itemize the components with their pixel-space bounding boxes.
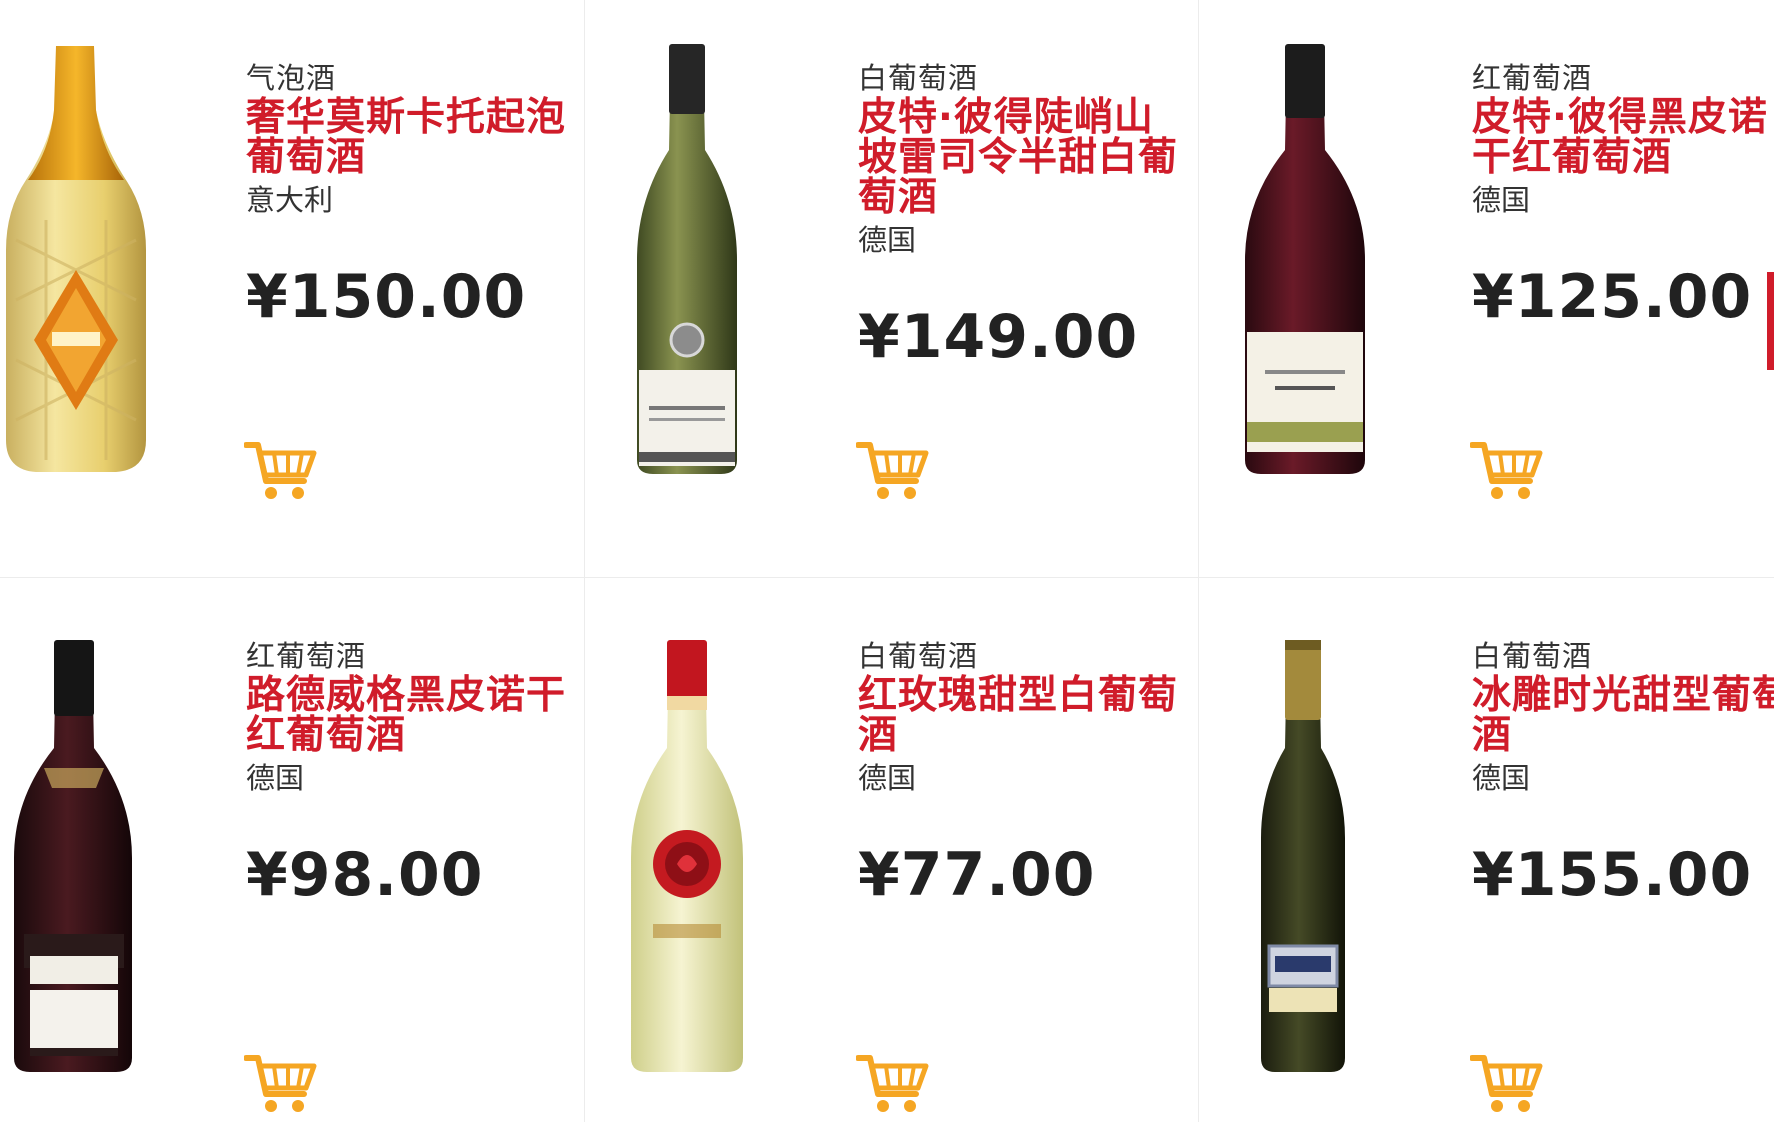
- product-origin: 德国: [858, 761, 917, 795]
- product-name[interactable]: 红玫瑰甜型白葡萄酒: [858, 676, 1188, 756]
- dessert-wine-bottle-icon[interactable]: [1225, 638, 1385, 1078]
- product-name[interactable]: 路德威格黑皮诺干红葡萄酒: [246, 676, 576, 756]
- product-card[interactable]: 白葡萄酒 冰雕时光甜型葡萄酒 德国 ¥155.00: [1199, 578, 1774, 1122]
- white-wine-bottle-icon[interactable]: [607, 40, 767, 480]
- red-wine-bottle-icon[interactable]: [1225, 40, 1385, 480]
- product-price: ¥77.00: [858, 840, 1096, 910]
- red-wine-bottle-icon[interactable]: [0, 638, 160, 1078]
- product-price: ¥155.00: [1472, 840, 1753, 910]
- product-info: 气泡酒 奢华莫斯卡托起泡葡萄酒 意大利 ¥150.00: [246, 58, 576, 332]
- product-category: 白葡萄酒: [1472, 639, 1593, 673]
- product-price: ¥125.00: [1472, 262, 1753, 332]
- product-price: ¥149.00: [858, 302, 1139, 372]
- add-to-cart-icon[interactable]: [244, 1048, 318, 1118]
- product-name[interactable]: 皮特·彼得黑皮诺干红葡萄酒: [1472, 98, 1774, 178]
- product-info: 红葡萄酒 皮特·彼得黑皮诺干红葡萄酒 德国 ¥125.00: [1472, 58, 1774, 332]
- product-info: 白葡萄酒 冰雕时光甜型葡萄酒 德国 ¥155.00: [1472, 636, 1774, 910]
- product-info: 白葡萄酒 皮特·彼得陡峭山坡雷司令半甜白葡萄酒 德国 ¥149.00: [858, 58, 1188, 372]
- product-card[interactable]: 白葡萄酒 红玫瑰甜型白葡萄酒 德国 ¥77.00: [585, 578, 1199, 1122]
- product-price: ¥98.00: [246, 840, 484, 910]
- product-info: 白葡萄酒 红玫瑰甜型白葡萄酒 德国 ¥77.00: [858, 636, 1188, 910]
- product-origin: 意大利: [246, 183, 334, 217]
- product-origin: 德国: [858, 223, 917, 257]
- product-card[interactable]: 白葡萄酒 皮特·彼得陡峭山坡雷司令半甜白葡萄酒 德国 ¥149.00: [585, 0, 1199, 578]
- product-category: 红葡萄酒: [1472, 61, 1593, 95]
- product-card[interactable]: 红葡萄酒 皮特·彼得黑皮诺干红葡萄酒 德国 ¥125.00: [1199, 0, 1774, 578]
- scroll-indicator[interactable]: [1767, 272, 1774, 370]
- add-to-cart-icon[interactable]: [856, 435, 930, 505]
- add-to-cart-icon[interactable]: [1470, 435, 1544, 505]
- product-origin: 德国: [246, 761, 305, 795]
- product-info: 红葡萄酒 路德威格黑皮诺干红葡萄酒 德国 ¥98.00: [246, 636, 576, 910]
- white-wine-bottle-icon[interactable]: [607, 638, 767, 1078]
- product-card[interactable]: 红葡萄酒 路德威格黑皮诺干红葡萄酒 德国 ¥98.00: [0, 578, 585, 1122]
- product-card[interactable]: 气泡酒 奢华莫斯卡托起泡葡萄酒 意大利 ¥150.00: [0, 0, 585, 578]
- add-to-cart-icon[interactable]: [1470, 1048, 1544, 1118]
- add-to-cart-icon[interactable]: [856, 1048, 930, 1118]
- product-origin: 德国: [1472, 761, 1531, 795]
- product-grid: 气泡酒 奢华莫斯卡托起泡葡萄酒 意大利 ¥150.00 白葡萄酒 皮特·彼得陡峭…: [0, 0, 1774, 1122]
- product-price: ¥150.00: [246, 262, 527, 332]
- product-category: 白葡萄酒: [858, 61, 979, 95]
- product-origin: 德国: [1472, 183, 1531, 217]
- product-name[interactable]: 冰雕时光甜型葡萄酒: [1472, 676, 1774, 756]
- product-category: 气泡酒: [246, 61, 337, 95]
- add-to-cart-icon[interactable]: [244, 435, 318, 505]
- product-category: 白葡萄酒: [858, 639, 979, 673]
- sparkling-wine-bottle-icon[interactable]: [0, 40, 156, 480]
- product-name[interactable]: 皮特·彼得陡峭山坡雷司令半甜白葡萄酒: [858, 98, 1188, 218]
- product-name[interactable]: 奢华莫斯卡托起泡葡萄酒: [246, 98, 576, 178]
- product-category: 红葡萄酒: [246, 639, 367, 673]
